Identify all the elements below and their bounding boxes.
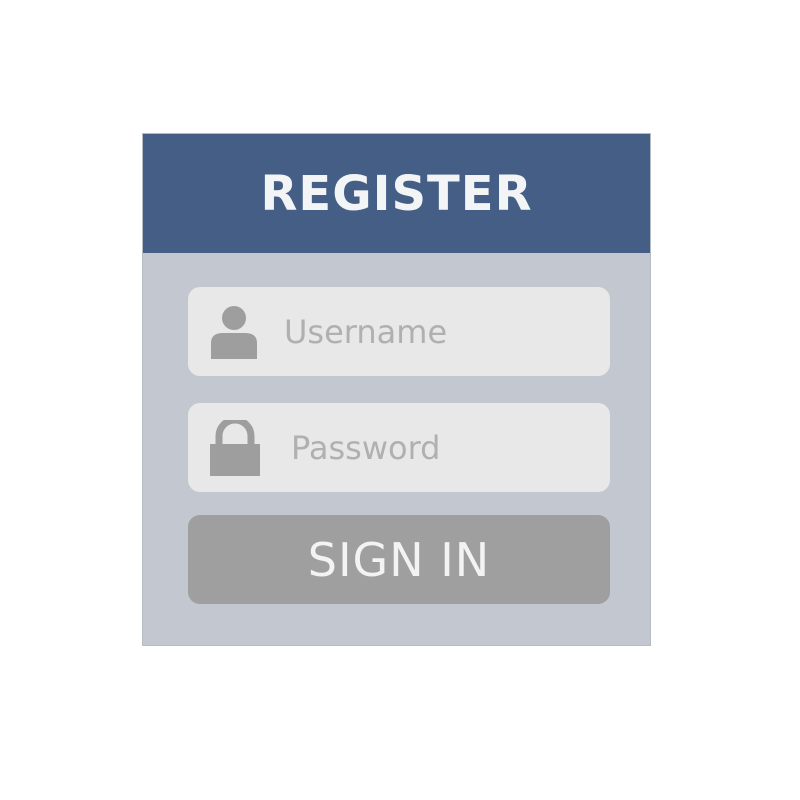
register-card: REGISTER SIGN IN [142,133,651,646]
card-header: REGISTER [143,134,650,253]
sign-in-button[interactable]: SIGN IN [188,515,610,604]
username-input[interactable] [284,287,594,376]
password-input[interactable] [291,403,601,492]
user-icon [211,305,257,359]
password-field[interactable] [188,403,610,492]
lock-icon [210,419,260,476]
username-field[interactable] [188,287,610,376]
register-title: REGISTER [260,165,533,222]
